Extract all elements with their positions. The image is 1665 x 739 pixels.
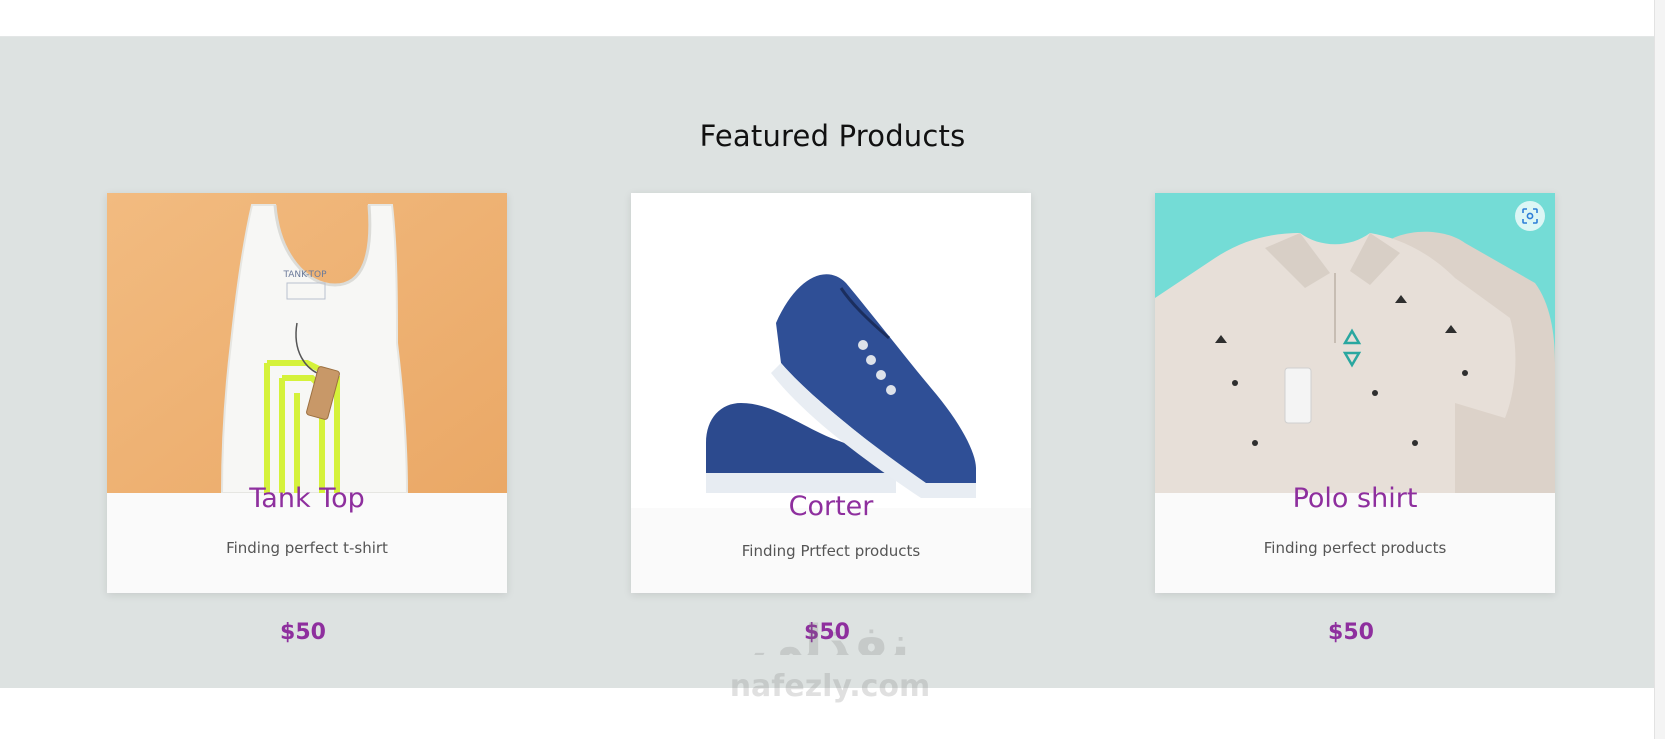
- product-description: Finding perfect products: [1263, 539, 1447, 557]
- product-card-corter[interactable]: Corter Finding Prtfect products: [631, 193, 1031, 593]
- product-title[interactable]: Corter: [631, 491, 1031, 522]
- featured-products-section: Featured Products TANK-TOP Tank Top Find…: [0, 37, 1665, 688]
- scrollbar[interactable]: [1654, 0, 1665, 739]
- visual-search-icon[interactable]: [1515, 201, 1545, 231]
- product-title[interactable]: Tank Top: [107, 483, 507, 514]
- section-title: Featured Products: [699, 119, 966, 153]
- svg-text:TANK-TOP: TANK-TOP: [282, 270, 327, 280]
- product-card-tank-top[interactable]: TANK-TOP Tank Top Finding perfect t-shir…: [107, 193, 507, 593]
- product-description: Finding perfect t-shirt: [226, 539, 388, 557]
- polo-shirt-image[interactable]: [1155, 193, 1555, 493]
- product-price: $50: [804, 620, 850, 645]
- tank-top-image[interactable]: TANK-TOP: [107, 193, 507, 493]
- product-description: Finding Prtfect products: [741, 542, 921, 560]
- sneakers-image[interactable]: [631, 193, 1031, 508]
- product-price: $50: [1328, 620, 1374, 645]
- product-card-polo-shirt[interactable]: Polo shirt Finding perfect products: [1155, 193, 1555, 593]
- top-navbar: [0, 0, 1665, 37]
- product-price: $50: [280, 620, 326, 645]
- product-title[interactable]: Polo shirt: [1155, 483, 1555, 514]
